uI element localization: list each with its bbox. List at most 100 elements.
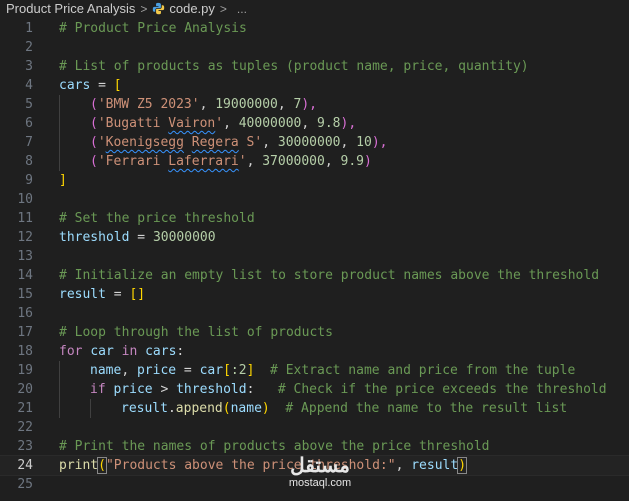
bracket: [] — [129, 287, 146, 302]
string: ' — [238, 154, 247, 169]
code-line[interactable]: 21 result.append(name) # Append the name … — [0, 399, 629, 418]
spelling-warning[interactable]: Koenigsegg — [106, 135, 184, 150]
code-line[interactable]: 3 # List of products as tuples (product n… — [0, 57, 629, 76]
variable: name — [90, 363, 122, 378]
line-number: 21 — [17, 401, 33, 416]
line-number: 23 — [17, 439, 33, 454]
bracket: ), — [301, 97, 317, 112]
bracket-match: ( — [97, 457, 107, 474]
comment: # Print the names of products above the … — [59, 439, 490, 454]
bracket: ) — [363, 154, 372, 169]
code-editor[interactable]: 1 # Product Price Analysis 2 3 # List of p… — [0, 17, 629, 494]
bracket: [ — [113, 78, 122, 93]
code-line[interactable]: 4 cars = [ — [0, 76, 629, 95]
line-number: 17 — [17, 325, 33, 340]
bracket-match: ) — [457, 457, 467, 474]
spelling-warning[interactable]: Regera — [192, 135, 239, 150]
code-line[interactable]: 8 ('Ferrari Laferrari', 37000000, 9.9) — [0, 152, 629, 171]
punct: , — [277, 97, 294, 112]
breadcrumb-file[interactable]: code.py — [169, 1, 215, 16]
number: 10 — [356, 135, 372, 150]
bracket: ( — [90, 116, 98, 131]
code-line[interactable]: 12 threshold = 30000000 — [0, 228, 629, 247]
string: 'Ferrari — [97, 154, 169, 169]
code-line[interactable]: 11 # Set the price threshold — [0, 209, 629, 228]
line-number: 20 — [17, 382, 33, 397]
code-line[interactable]: 18 for car in cars: — [0, 342, 629, 361]
chevron-right-icon: > — [219, 1, 227, 16]
variable: name — [230, 401, 262, 416]
number: 40000000 — [238, 116, 302, 131]
number: 30000000 — [277, 135, 341, 150]
code-line[interactable]: 10 — [0, 190, 629, 209]
code-line[interactable]: 2 — [0, 38, 629, 57]
breadcrumb-folder[interactable]: Product Price Analysis — [6, 1, 135, 16]
punct: , — [223, 116, 239, 131]
indent-guide — [59, 399, 60, 418]
function: print — [59, 458, 99, 473]
number: 9.9 — [340, 154, 364, 169]
indent-guide — [59, 380, 60, 399]
code-line[interactable]: 15 result = [] — [0, 285, 629, 304]
code-line[interactable]: 20 if price > threshold: # Check if the p… — [0, 380, 629, 399]
keyword: if — [90, 382, 106, 397]
punct: : — [176, 344, 185, 359]
variable: result — [59, 287, 106, 302]
code-line[interactable]: 9] — [0, 171, 629, 190]
code-line[interactable]: 7 ('Koenigsegg Regera S', 30000000, 10), — [0, 133, 629, 152]
code-line[interactable]: 23 # Print the names of products above th… — [0, 437, 629, 456]
number: 9.8 — [317, 116, 341, 131]
comment: # Append the name to the result list — [269, 401, 568, 416]
indent-guide — [59, 361, 60, 380]
line-number: 22 — [17, 420, 33, 435]
line-number: 4 — [25, 78, 33, 93]
code-line[interactable]: 1 # Product Price Analysis — [0, 19, 629, 38]
line-number: 5 — [25, 97, 33, 112]
function: append — [175, 401, 223, 416]
code-line[interactable]: 16 — [0, 304, 629, 323]
line-number: 3 — [25, 59, 33, 74]
code-line[interactable]: 13 — [0, 247, 629, 266]
indent-guide — [59, 95, 60, 114]
indent-guide — [59, 114, 60, 133]
variable: threshold — [176, 382, 247, 397]
bracket: ) — [261, 401, 270, 416]
string: 'BMW Z5 2023' — [97, 97, 200, 112]
punct: . — [167, 401, 176, 416]
comment: # Product Price Analysis — [59, 21, 247, 36]
variable: price — [136, 363, 177, 378]
comment: # Initialize an empty list to store prod… — [59, 268, 600, 283]
code-line[interactable]: 22 — [0, 418, 629, 437]
code-line[interactable]: 6 ('Bugatti Vairon', 40000000, 9.8), — [0, 114, 629, 133]
bracket: ), — [340, 116, 357, 131]
punct: , — [324, 154, 341, 169]
line-number: 7 — [25, 135, 33, 150]
line-number: 1 — [25, 21, 33, 36]
punct: , — [340, 135, 357, 150]
number: 30000000 — [152, 230, 216, 245]
punct: , — [199, 97, 216, 112]
code-line[interactable]: 17 # Loop through the list of products — [0, 323, 629, 342]
code-line[interactable]: 14 # Initialize an empty list to store pr… — [0, 266, 629, 285]
watermark: مستقل mostaql.com — [275, 455, 365, 489]
more-icon[interactable]: ... — [237, 2, 247, 16]
spelling-warning[interactable]: Vairon — [168, 116, 215, 131]
variable: result — [411, 458, 459, 473]
variable: threshold — [59, 230, 130, 245]
bracket: [ — [223, 363, 231, 378]
string — [184, 135, 192, 150]
variable: cars — [145, 344, 177, 359]
bracket: ] — [59, 173, 67, 188]
keyword: in — [121, 344, 138, 359]
code-line[interactable]: 5 ('BMW Z5 2023', 19000000, 7), — [0, 95, 629, 114]
line-number: 6 — [25, 116, 33, 131]
watermark-text: mostaql.com — [288, 477, 352, 489]
comment: # List of products as tuples (product na… — [59, 59, 529, 74]
line-number: 8 — [25, 154, 33, 169]
string: ' — [215, 116, 224, 131]
code-line[interactable]: 19 name, price = car[:2] # Extract name a… — [0, 361, 629, 380]
operator: = — [129, 230, 153, 245]
spelling-warning[interactable]: Laferrari — [168, 154, 238, 169]
line-number: 19 — [17, 363, 33, 378]
